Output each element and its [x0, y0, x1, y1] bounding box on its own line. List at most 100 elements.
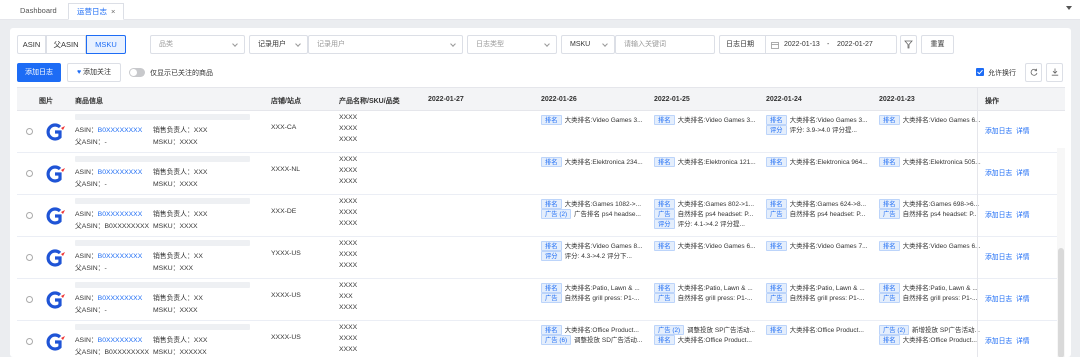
only-followed-label: 仅显示已关注的商品	[150, 70, 213, 77]
detail-link[interactable]: 详情	[1016, 212, 1030, 219]
favorite-icon[interactable]	[26, 254, 33, 261]
asin-link[interactable]: B0XXXXXXXX	[98, 337, 143, 344]
product-logo	[46, 123, 65, 141]
seg-parent-asin[interactable]: 父ASIN	[46, 35, 86, 54]
detail-link[interactable]: 详情	[1016, 296, 1030, 303]
favorite-icon[interactable]	[26, 170, 33, 177]
col-date-1: 2022-01-27	[428, 96, 464, 103]
event-text: 大类排名:Elektronica 121...	[677, 159, 756, 166]
log-event[interactable]: 广告 自然排名 grill press: P1-...	[879, 292, 989, 304]
add-log-link[interactable]: 添加日志	[985, 170, 1012, 177]
keyword-input[interactable]: 请输入关键词	[615, 35, 715, 54]
col-date-5: 2022-01-23	[879, 96, 915, 103]
filter-options-button[interactable]	[900, 35, 917, 54]
log-event[interactable]: 排名 大类排名:Video Games 6...	[879, 240, 989, 252]
log-event[interactable]: 排名 大类排名:Video Games 3...	[541, 114, 651, 126]
asin-label: ASIN：	[75, 211, 98, 218]
asin-link[interactable]: B0XXXXXXXX	[98, 211, 143, 218]
asin-link[interactable]: B0XXXXXXXX	[98, 169, 143, 176]
log-event[interactable]: 广告 自然排名 grill press: P1-...	[541, 292, 651, 304]
log-event[interactable]: 排名 大类排名:Elektronica 121...	[654, 156, 764, 168]
tab-operation-log[interactable]: 运营日志 ×	[68, 3, 125, 20]
event-text: 大类排名:Games 1082->...	[564, 201, 641, 208]
log-event[interactable]: 排名 大类排名:Elektronica 505...	[879, 156, 989, 168]
product-sku: XXXX	[339, 251, 358, 258]
close-icon[interactable]: ×	[111, 7, 115, 16]
log-event[interactable]: 广告 (2) 广告排名 ps4 headse...	[541, 208, 651, 220]
log-event[interactable]: 评分 评分: 3.9->4.0 评分提...	[766, 124, 876, 136]
log-event[interactable]: 排名 大类排名:Video Games 6...	[879, 114, 989, 126]
reset-button[interactable]: 重置	[921, 35, 954, 54]
detail-link[interactable]: 详情	[1016, 254, 1030, 261]
detail-link[interactable]: 详情	[1016, 128, 1030, 135]
log-event[interactable]: 排名 大类排名:Video Games 7...	[766, 240, 876, 252]
store-value: XXX-DE	[271, 208, 297, 215]
category-select[interactable]: 品类	[150, 35, 245, 54]
vertical-scrollbar[interactable]	[1057, 148, 1065, 357]
log-event[interactable]: 排名 大类排名:Elektronica 234...	[541, 156, 651, 168]
asin-link[interactable]: B0XXXXXXXX	[98, 253, 143, 260]
event-text: 大类排名:Elektronica 234...	[564, 159, 643, 166]
recorder-type-select[interactable]: 记录用户	[249, 35, 308, 54]
log-type-select[interactable]: 日志类型	[467, 35, 557, 54]
log-event[interactable]: 排名 大类排名:Office Product...	[766, 324, 876, 336]
event-text: 调整投放 SP广告活动...	[687, 327, 755, 334]
log-event[interactable]: 排名 大类排名:Video Games 6...	[654, 240, 764, 252]
date-range-picker[interactable]: 日志日期 2022-01-13 - 2022-01-27	[719, 35, 897, 54]
log-event[interactable]: 广告 自然排名 grill press: P1-...	[654, 292, 764, 304]
tab-dashboard[interactable]: Dashboard	[12, 3, 65, 20]
log-event[interactable]: 评分 评分: 4.3->4.2 评分下...	[541, 250, 651, 262]
owner-value: XXX	[193, 211, 208, 218]
refresh-button[interactable]	[1025, 63, 1042, 82]
detail-link[interactable]: 详情	[1016, 338, 1030, 345]
date-end: 2022-01-27	[837, 41, 873, 48]
main-panel: ASIN 父ASIN MSKU 品类 记录用户 记录用户 日志类型 MSKU 请…	[10, 28, 1071, 357]
search-field-select[interactable]: MSKU	[561, 35, 615, 54]
log-event[interactable]: 排名 大类排名:Office Product...	[654, 334, 764, 346]
chevron-down-icon[interactable]	[1066, 6, 1072, 10]
add-log-link[interactable]: 添加日志	[985, 254, 1012, 261]
asin-link[interactable]: B0XXXXXXXX	[98, 295, 143, 302]
product-name: XXXX	[339, 324, 358, 331]
product-name: XXXX	[339, 114, 358, 121]
log-event[interactable]: 广告 自然排名 grill press: P1-...	[766, 292, 876, 304]
log-type-placeholder: 日志类型	[476, 41, 504, 48]
favorite-icon[interactable]	[26, 128, 33, 135]
asin-link[interactable]: B0XXXXXXXX	[98, 127, 143, 134]
favorite-icon[interactable]	[26, 296, 33, 303]
recorder-select[interactable]: 记录用户	[308, 35, 463, 54]
asin-label: ASIN：	[75, 295, 98, 302]
asin-label: ASIN：	[75, 169, 98, 176]
product-name: XXXX	[339, 156, 358, 163]
log-event[interactable]: 评分 评分: 4.1->4.2 评分提...	[654, 218, 764, 230]
add-log-link[interactable]: 添加日志	[985, 212, 1012, 219]
log-event[interactable]: 排名 大类排名:Video Games 3...	[654, 114, 764, 126]
event-tag: 评分	[766, 125, 787, 136]
parent-asin-label: 父ASIN：	[75, 223, 105, 230]
add-log-link[interactable]: 添加日志	[985, 296, 1012, 303]
log-event[interactable]: 排名 大类排名:Office Product...	[879, 334, 989, 346]
log-event[interactable]: 广告 自然排名 ps4 headset: P...	[766, 208, 876, 220]
add-follow-button[interactable]: ♥ 添加关注	[67, 63, 121, 82]
favorite-icon[interactable]	[26, 338, 33, 345]
download-button[interactable]	[1046, 63, 1063, 82]
log-event[interactable]: 排名 大类排名:Elektronica 964...	[766, 156, 876, 168]
add-log-link[interactable]: 添加日志	[985, 338, 1012, 345]
parent-asin-label: 父ASIN：	[75, 307, 105, 314]
search-field-label: MSKU	[570, 41, 591, 48]
parent-asin-label: 父ASIN：	[75, 265, 105, 272]
wrap-checkbox[interactable]	[976, 68, 984, 76]
log-event[interactable]: 广告 自然排名 ps4 headset: P...	[879, 208, 989, 220]
seg-msku[interactable]: MSKU	[86, 35, 126, 54]
event-text: 自然排名 ps4 headset: P...	[789, 211, 866, 218]
log-event[interactable]: 广告 (6) 调整投放 SD广告活动...	[541, 334, 651, 346]
scrollbar-thumb[interactable]	[1058, 248, 1064, 357]
add-log-link[interactable]: 添加日志	[985, 128, 1012, 135]
add-log-button[interactable]: 添加日志	[17, 63, 61, 82]
detail-link[interactable]: 详情	[1016, 170, 1030, 177]
wrap-label: 允许换行	[988, 70, 1016, 77]
event-text: 评分: 4.1->4.2 评分提...	[677, 221, 745, 228]
favorite-icon[interactable]	[26, 212, 33, 219]
seg-asin[interactable]: ASIN	[17, 35, 46, 54]
only-followed-toggle[interactable]	[129, 68, 145, 77]
